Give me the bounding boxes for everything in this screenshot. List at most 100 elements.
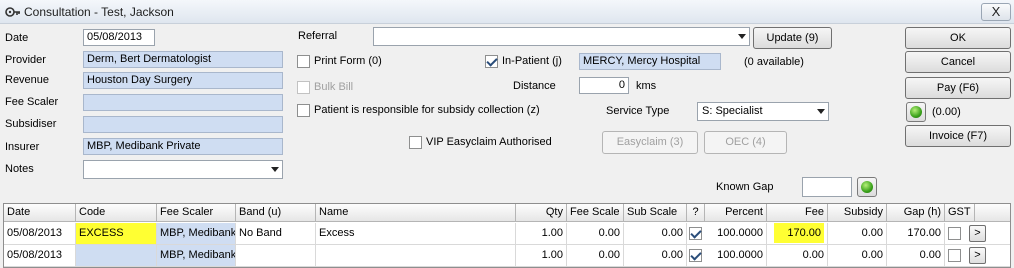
print-form-label: Print Form (0) xyxy=(314,55,382,67)
col-percent[interactable]: Percent xyxy=(705,204,767,222)
cell-fee-scale[interactable]: 0.00 xyxy=(567,245,624,266)
date-label: Date xyxy=(5,32,29,44)
cell-sub-scale[interactable]: 0.00 xyxy=(624,245,687,266)
balance-amount: (0.00) xyxy=(932,106,961,118)
subsidiser-field[interactable] xyxy=(83,116,283,133)
cell-name[interactable] xyxy=(316,245,516,266)
chevron-down-icon xyxy=(738,34,746,39)
hospital-field[interactable]: MERCY, Mercy Hospital xyxy=(579,53,721,70)
in-patient-label: In-Patient (j) xyxy=(502,55,562,67)
table-row[interactable]: 05/08/2013 EXCESS MBP, Medibank No Band … xyxy=(4,223,1010,245)
col-fee-scale[interactable]: Fee Scale xyxy=(567,204,624,222)
cell-date[interactable]: 05/08/2013 xyxy=(4,223,76,244)
col-sub-scale[interactable]: Sub Scale xyxy=(624,204,687,222)
revenue-field[interactable]: Houston Day Surgery xyxy=(83,72,283,89)
service-type-dropdown[interactable]: S: Specialist xyxy=(697,102,829,121)
subsidy-responsible-checkbox[interactable] xyxy=(297,104,310,117)
cell-percent[interactable]: 100.0000 xyxy=(705,245,767,266)
cancel-button[interactable]: Cancel xyxy=(905,51,1011,73)
bulk-bill-checkbox[interactable] xyxy=(297,81,310,94)
row-action-button[interactable]: > xyxy=(969,225,986,242)
col-question[interactable]: ? xyxy=(687,204,705,222)
cell-fee[interactable]: 170.00 xyxy=(774,223,824,243)
row-action-button[interactable]: > xyxy=(969,247,986,264)
close-button[interactable]: X xyxy=(981,3,1011,21)
key-icon xyxy=(5,7,20,17)
cell-gap[interactable]: 170.00 xyxy=(887,223,945,244)
chevron-down-icon xyxy=(271,167,279,172)
cell-fee-scale[interactable]: 0.00 xyxy=(567,223,624,244)
title-bar: Consultation - Test, Jackson X xyxy=(0,0,1014,24)
table-row[interactable]: 05/08/2013 MBP, Medibank 1.00 0.00 0.00 … xyxy=(4,245,1010,267)
col-band[interactable]: Band (u) xyxy=(236,204,316,222)
cell-name[interactable]: Excess xyxy=(316,223,516,244)
window-title: Consultation - Test, Jackson xyxy=(24,5,174,19)
fee-scaler-label: Fee Scaler xyxy=(5,96,59,108)
print-form-checkbox[interactable] xyxy=(297,55,310,68)
cell-fee-wrap: 170.00 xyxy=(767,223,828,244)
close-icon: X xyxy=(991,4,1001,19)
col-date[interactable]: Date xyxy=(4,204,76,222)
ok-button[interactable]: OK xyxy=(905,27,1011,49)
cell-qty[interactable]: 1.00 xyxy=(516,245,567,266)
distance-field[interactable]: 0 xyxy=(579,77,629,94)
date-field[interactable]: 05/08/2013 xyxy=(83,29,155,46)
cell-qty[interactable]: 1.00 xyxy=(516,223,567,244)
cell-code[interactable] xyxy=(76,245,157,266)
service-type-label: Service Type xyxy=(606,105,670,117)
vip-easyclaim-checkbox[interactable] xyxy=(409,136,422,149)
col-code[interactable]: Code xyxy=(76,204,157,222)
subsidy-responsible-label: Patient is responsible for subsidy colle… xyxy=(314,104,540,116)
cell-fee-scaler[interactable]: MBP, Medibank xyxy=(157,223,236,244)
distance-label: Distance xyxy=(513,80,556,92)
cell-subsidy[interactable]: 0.00 xyxy=(828,245,887,266)
col-fee[interactable]: Fee xyxy=(767,204,828,222)
status-icon-button[interactable] xyxy=(906,102,926,122)
cell-band[interactable] xyxy=(236,245,316,266)
col-fee-scaler[interactable]: Fee Scaler xyxy=(157,204,236,222)
notes-dropdown[interactable] xyxy=(83,160,283,179)
known-gap-field[interactable] xyxy=(802,177,852,197)
consultation-window: Consultation - Test, Jackson X Date Prov… xyxy=(0,0,1014,268)
col-gst[interactable]: GST xyxy=(945,204,975,222)
cell-code[interactable]: EXCESS xyxy=(76,223,157,244)
revenue-label: Revenue xyxy=(5,74,50,86)
col-qty[interactable]: Qty xyxy=(516,204,567,222)
table-header: Date Code Fee Scaler Band (u) Name Qty F… xyxy=(4,204,1010,222)
referral-dropdown[interactable] xyxy=(373,27,750,46)
cell-fee-scaler[interactable]: MBP, Medibank xyxy=(157,245,236,266)
vip-easyclaim-label: VIP Easyclaim Authorised xyxy=(426,136,552,148)
referral-label: Referral xyxy=(298,30,338,42)
oec-button[interactable]: OEC (4) xyxy=(704,131,787,154)
chevron-down-icon xyxy=(817,109,825,114)
cell-subsidy[interactable]: 0.00 xyxy=(828,223,887,244)
insurer-label: Insurer xyxy=(5,141,40,153)
pay-button[interactable]: Pay (F6) xyxy=(905,77,1011,99)
row-gst-checkbox[interactable] xyxy=(948,249,961,262)
bulk-bill-label: Bulk Bill xyxy=(314,81,354,93)
service-type-value: S: Specialist xyxy=(702,105,763,117)
kms-label: kms xyxy=(636,80,657,92)
col-subsidy[interactable]: Subsidy xyxy=(828,204,887,222)
col-gap[interactable]: Gap (h) xyxy=(887,204,945,222)
invoice-button[interactable]: Invoice (F7) xyxy=(905,125,1011,147)
row-question-checkbox[interactable] xyxy=(689,227,702,240)
fee-scaler-field[interactable] xyxy=(83,94,283,111)
col-name[interactable]: Name xyxy=(316,204,516,222)
cell-gap[interactable]: 0.00 xyxy=(887,245,945,266)
subsidiser-label: Subsidiser xyxy=(5,118,57,130)
row-question-checkbox[interactable] xyxy=(689,249,702,262)
cell-band[interactable]: No Band xyxy=(236,223,316,244)
row-gst-checkbox[interactable] xyxy=(948,227,961,240)
update-button[interactable]: Update (9) xyxy=(753,27,832,49)
insurer-field[interactable]: MBP, Medibank Private xyxy=(83,138,283,155)
provider-field[interactable]: Derm, Bert Dermatologist xyxy=(83,51,283,68)
cell-percent[interactable]: 100.0000 xyxy=(705,223,767,244)
cell-fee[interactable]: 0.00 xyxy=(767,245,828,266)
in-patient-checkbox[interactable] xyxy=(485,55,498,68)
cell-sub-scale[interactable]: 0.00 xyxy=(624,223,687,244)
known-gap-status-button[interactable] xyxy=(857,177,877,197)
easyclaim-button[interactable]: Easyclaim (3) xyxy=(602,131,698,154)
items-table: Date Code Fee Scaler Band (u) Name Qty F… xyxy=(3,203,1011,268)
cell-date[interactable]: 05/08/2013 xyxy=(4,245,76,266)
